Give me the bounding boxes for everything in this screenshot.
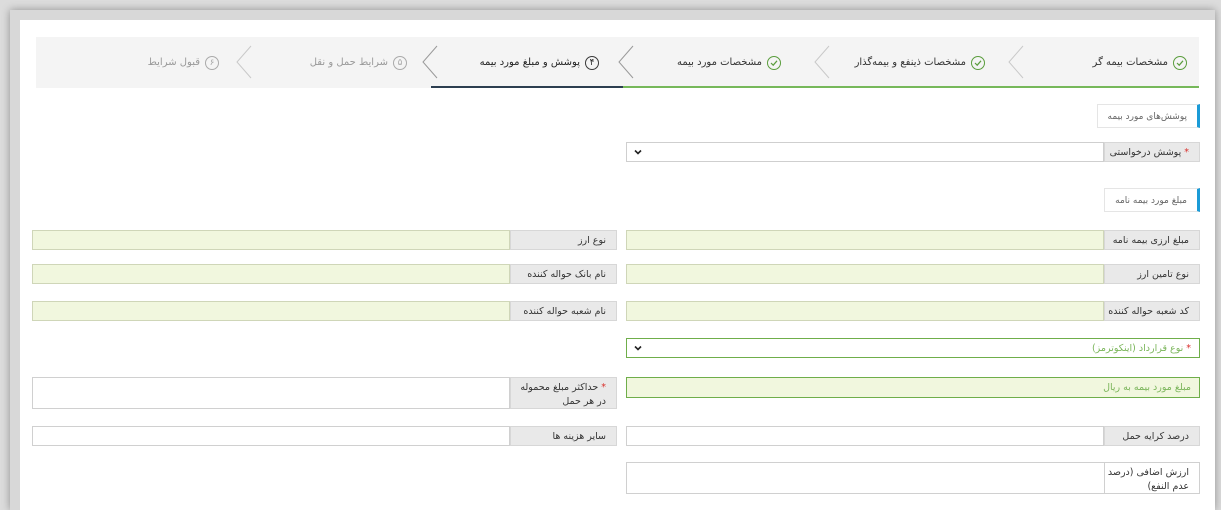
active-step-underline <box>431 86 623 88</box>
section-amount: مبلغ مورد بیمه نامه <box>1104 188 1200 212</box>
step-label: قبول شرایط <box>147 57 200 68</box>
step-beneficiary[interactable]: مشخصات ذینفع و بیمه‌گذار <box>855 37 985 88</box>
currency-type-input[interactable] <box>32 230 510 250</box>
amount-rial-input[interactable]: مبلغ مورد بیمه به ریال <box>626 377 1200 398</box>
currency-supply-label: نوع تامین ارز <box>1104 264 1200 284</box>
currency-amount-label: مبلغ ارزی بیمه نامه <box>1104 230 1200 250</box>
contract-type-select[interactable]: *نوع قرارداد (اینکوترمز) <box>626 338 1200 358</box>
other-costs-input[interactable] <box>32 426 510 446</box>
step-number-icon: ۵ <box>393 55 407 70</box>
check-icon <box>767 55 781 70</box>
wizard-steps: مشخصات بیمه گر مشخصات ذینفع و بیمه‌گذار … <box>36 37 1199 88</box>
step-transport[interactable]: ۵ شرایط حمل و نقل <box>310 37 407 88</box>
max-cargo-label: *حداکثر مبلغ محموله در هر حمل <box>510 377 617 409</box>
chevron-down-icon <box>634 149 642 155</box>
chevron-down-icon <box>634 345 642 351</box>
form-page: مشخصات بیمه گر مشخصات ذینفع و بیمه‌گذار … <box>20 20 1215 510</box>
step-number-icon: ۶ <box>205 55 219 70</box>
step-insurer[interactable]: مشخصات بیمه گر <box>1093 37 1187 88</box>
currency-amount-input[interactable] <box>626 230 1104 250</box>
branch-code-input[interactable] <box>626 301 1104 321</box>
step-number-icon: ۴ <box>585 55 599 70</box>
contract-type-placeholder: *نوع قرارداد (اینکوترمز) <box>1091 343 1191 354</box>
branch-name-label: نام شعبه حواله کننده <box>510 301 617 321</box>
coverage-select[interactable] <box>626 142 1104 162</box>
step-label: پوشش و مبلغ مورد بیمه <box>479 57 580 68</box>
section-coverages: پوشش‌های مورد بیمه <box>1096 104 1200 128</box>
currency-supply-input[interactable] <box>626 264 1104 284</box>
freight-percent-input[interactable] <box>626 426 1104 446</box>
added-value-input[interactable] <box>626 462 1104 494</box>
check-icon <box>971 55 985 70</box>
step-terms[interactable]: ۶ قبول شرایط <box>148 37 219 88</box>
step-coverage-amount[interactable]: ۴ پوشش و مبلغ مورد بیمه <box>480 37 599 88</box>
completed-progress-line <box>623 86 1199 88</box>
step-label: مشخصات ذینفع و بیمه‌گذار <box>854 57 966 68</box>
step-insured-item[interactable]: مشخصات مورد بیمه <box>677 37 781 88</box>
step-label: مشخصات بیمه گر <box>1092 57 1168 68</box>
amount-rial-placeholder: مبلغ مورد بیمه به ریال <box>1103 382 1191 393</box>
coverage-label: *پوشش درخواستی <box>1104 142 1200 162</box>
chevron-separator-icon <box>236 45 252 79</box>
remitter-bank-label: نام بانک حواله کننده <box>510 264 617 284</box>
currency-type-label: نوع ارز <box>510 230 617 250</box>
branch-name-input[interactable] <box>32 301 510 321</box>
step-label: شرایط حمل و نقل <box>309 57 388 68</box>
max-cargo-input[interactable] <box>32 377 510 409</box>
check-icon <box>1173 55 1187 70</box>
freight-percent-label: درصد کرایه حمل <box>1104 426 1200 446</box>
chevron-separator-icon <box>422 45 438 79</box>
branch-code-label: کد شعبه حواله کننده <box>1104 301 1200 321</box>
chevron-separator-icon <box>1008 45 1024 79</box>
step-label: مشخصات مورد بیمه <box>677 57 762 68</box>
other-costs-label: سایر هزینه ها <box>510 426 617 446</box>
chevron-separator-icon <box>618 45 634 79</box>
added-value-label: ارزش اضافی (درصد عدم النفع) <box>1104 462 1200 494</box>
chevron-separator-icon <box>814 45 830 79</box>
remitter-bank-input[interactable] <box>32 264 510 284</box>
